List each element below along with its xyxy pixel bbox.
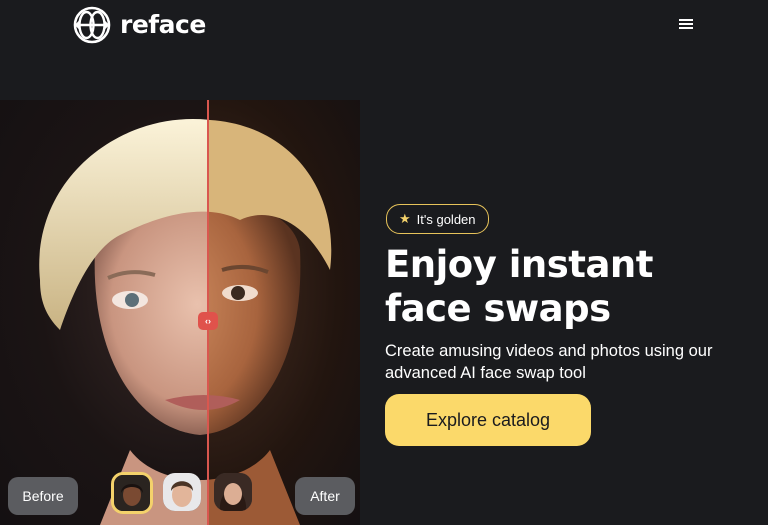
thumbnail-woman-dark[interactable]	[111, 472, 153, 514]
logo[interactable]: reface	[72, 5, 206, 45]
before-after-image	[0, 100, 360, 525]
hamburger-menu-icon[interactable]	[674, 12, 698, 36]
golden-badge: ★ It's golden	[386, 204, 489, 234]
portrait-image	[39, 119, 332, 525]
thumbnail-portrait	[214, 473, 252, 511]
after-button[interactable]: After	[295, 477, 355, 515]
before-button[interactable]: Before	[8, 477, 78, 515]
page-headline: Enjoy instant face swaps	[385, 243, 755, 331]
logo-text: reface	[120, 9, 206, 39]
explore-catalog-button[interactable]: Explore catalog	[385, 394, 591, 446]
divider-handle-icon[interactable]: ‹›	[198, 312, 218, 330]
thumbnail-man[interactable]	[163, 473, 201, 511]
thumbnail-portrait	[114, 475, 150, 511]
reface-logo-icon	[73, 6, 111, 44]
thumbnail-portrait	[163, 473, 201, 511]
headline-line-1: Enjoy instant	[385, 243, 653, 286]
badge-label: It's golden	[416, 211, 476, 227]
thumbnail-woman-brunette[interactable]	[214, 473, 252, 511]
header: reface	[0, 0, 768, 48]
star-icon: ★	[399, 211, 411, 226]
headline-line-2: face swaps	[385, 287, 611, 330]
hero-description: Create amusing videos and photos using o…	[385, 342, 713, 382]
